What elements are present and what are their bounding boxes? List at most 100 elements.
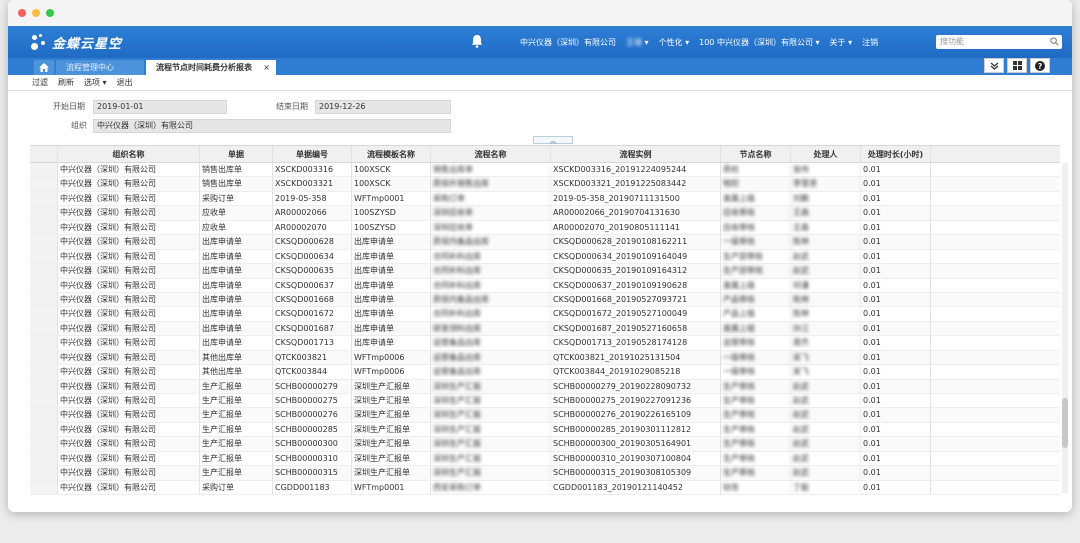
table-row[interactable]: 中兴仪器（深圳）有限公司 生产汇报单 SCHB00000279 深圳生产汇报单 深圳生产… <box>30 379 1060 394</box>
header-company[interactable]: 中兴仪器（深圳）有限公司 <box>520 37 616 48</box>
table-cell: 中兴仪器（深圳）有限公司 <box>58 466 200 480</box>
org-switcher[interactable]: 100 中兴仪器（深圳）有限公司 ▾ <box>699 37 819 48</box>
user-menu[interactable]: 王增 ▾ <box>626 37 649 48</box>
minimize-window-button[interactable] <box>32 9 40 17</box>
column-header[interactable]: 流程实例 <box>551 146 721 162</box>
table-row[interactable]: 中兴仪器（深圳）有限公司 生产汇报单 SCHB00000315 深圳生产汇报单 深圳生产… <box>30 466 1060 481</box>
row-selector[interactable] <box>30 278 58 292</box>
grid-view-button[interactable] <box>1007 58 1027 73</box>
row-selector[interactable] <box>30 350 58 365</box>
home-tab[interactable] <box>34 60 54 75</box>
table-row[interactable]: 中兴仪器（深圳）有限公司 生产汇报单 SCHB00000310 深圳生产汇报单 深圳生产… <box>30 451 1060 467</box>
logout-link[interactable]: 注销 <box>862 37 878 48</box>
function-search-input[interactable]: 搜功能 <box>936 35 1062 49</box>
close-window-button[interactable] <box>18 9 26 17</box>
row-selector[interactable] <box>30 220 58 235</box>
column-header[interactable]: 流程模板名称 <box>352 146 431 162</box>
scrollbar-thumb[interactable] <box>1062 398 1068 448</box>
column-header[interactable]: 处理人 <box>791 146 861 162</box>
table-cell: 产品上级 <box>721 307 791 321</box>
table-cell: 生产审核 <box>721 466 791 480</box>
row-selector[interactable] <box>30 206 58 220</box>
table-cell: 0.01 <box>861 278 931 292</box>
column-header[interactable]: 单据 <box>200 146 273 162</box>
table-row[interactable]: 中兴仪器（深圳）有限公司 生产汇报单 SCHB00000300 深圳生产汇报单 深圳生产… <box>30 437 1060 452</box>
table-row[interactable]: 中兴仪器（深圳）有限公司 出库申请单 CKSQD001668 出库申请单 质保内备品出库… <box>30 292 1060 308</box>
table-row[interactable]: 中兴仪器（深圳）有限公司 生产汇报单 SCHB00000285 深圳生产汇报单 深圳生产… <box>30 422 1060 438</box>
row-selector[interactable] <box>30 379 58 393</box>
column-header[interactable]: 节点名称 <box>721 146 791 162</box>
row-selector[interactable] <box>30 321 58 336</box>
exit-button[interactable]: 退出 <box>117 77 133 88</box>
row-selector[interactable] <box>30 177 58 191</box>
table-cell: 0.01 <box>861 466 931 480</box>
table-row[interactable]: 中兴仪器（深圳）有限公司 销售出库单 XSCKD003321 100XSCK 质保外销售… <box>30 177 1060 192</box>
notification-bell-icon[interactable] <box>471 34 483 48</box>
table-row[interactable]: 中兴仪器（深圳）有限公司 采购订单 2019-05-358 WFTmp0001 采购订单… <box>30 191 1060 207</box>
row-selector[interactable] <box>30 408 58 422</box>
org-field[interactable]: 中兴仪器（深圳）有限公司 <box>93 119 451 133</box>
row-selector[interactable] <box>30 422 58 437</box>
table-cell: QTCK003821_20191025131504 <box>551 350 721 365</box>
search-icon[interactable] <box>1050 37 1059 46</box>
row-selector[interactable] <box>30 249 58 264</box>
table-row[interactable]: 中兴仪器（深圳）有限公司 采购订单 CGDD001183 WFTmp0001 西安采购订… <box>30 480 1060 496</box>
filter-collapse-toggle[interactable]: ︽ <box>533 136 573 145</box>
table-row[interactable]: 中兴仪器（深圳）有限公司 出库申请单 CKSQD001687 出库申请单 研发领料出库 C… <box>30 321 1060 337</box>
help-button[interactable]: ? <box>1030 58 1050 73</box>
column-header[interactable]: 流程名称 <box>431 146 551 162</box>
table-cell: 直属上级 <box>721 321 791 336</box>
table-cell: 中兴仪器（深圳）有限公司 <box>58 394 200 408</box>
table-row[interactable]: 中兴仪器（深圳）有限公司 其他出库单 QTCK003821 WFTmp0006 运营备品… <box>30 350 1060 366</box>
table-cell: 采购订单 <box>200 191 273 206</box>
maximize-window-button[interactable] <box>46 9 54 17</box>
column-header[interactable]: 单据编号 <box>273 146 352 162</box>
column-header[interactable]: 处理时长(小时) <box>861 146 931 162</box>
row-selector[interactable] <box>30 480 58 495</box>
table-row[interactable]: 中兴仪器（深圳）有限公司 应收单 AR00002066 100SZYSD 深圳应收单 AR… <box>30 206 1060 221</box>
row-selector[interactable] <box>30 163 58 177</box>
row-selector[interactable] <box>30 336 58 350</box>
row-selector[interactable] <box>30 191 58 206</box>
row-selector[interactable] <box>30 235 58 249</box>
collapse-all-button[interactable] <box>984 58 1004 73</box>
table-row[interactable]: 中兴仪器（深圳）有限公司 生产汇报单 SCHB00000275 深圳生产汇报单 深圳生产… <box>30 394 1060 409</box>
about-menu[interactable]: 关于 ▾ <box>830 37 853 48</box>
table-row[interactable]: 中兴仪器（深圳）有限公司 销售出库单 XSCKD003316 100XSCK 销售出库单… <box>30 163 1060 178</box>
row-selector[interactable] <box>30 292 58 307</box>
table-row[interactable]: 中兴仪器（深圳）有限公司 出库申请单 CKSQD001672 出库申请单 合同补料出库 C… <box>30 307 1060 322</box>
table-row[interactable]: 中兴仪器（深圳）有限公司 出库申请单 CKSQD001713 出库申请单 运营备品出库 C… <box>30 336 1060 351</box>
options-menu[interactable]: 选项 ▾ <box>84 77 107 88</box>
tab-process-center[interactable]: 流程管理中心 <box>56 60 144 75</box>
table-cell: 100SZYSD <box>352 220 431 235</box>
row-selector[interactable] <box>30 264 58 278</box>
table-row[interactable]: 中兴仪器（深圳）有限公司 出库申请单 CKSQD000635 出库申请单 合同补料出库 C… <box>30 264 1060 279</box>
refresh-button[interactable]: 刷新 <box>58 77 74 88</box>
row-selector[interactable] <box>30 437 58 451</box>
table-row[interactable]: 中兴仪器（深圳）有限公司 出库申请单 CKSQD000637 出库申请单 合同补料出库 C… <box>30 278 1060 293</box>
row-selector[interactable] <box>30 394 58 408</box>
end-date-field[interactable]: 2019-12-26 <box>315 100 451 114</box>
row-selector[interactable] <box>30 307 58 321</box>
app-logo[interactable]: 金蝶云星空 <box>30 33 122 52</box>
table-row[interactable]: 中兴仪器（深圳）有限公司 生产汇报单 SCHB00000276 深圳生产汇报单 深圳生产… <box>30 408 1060 423</box>
table-row[interactable]: 中兴仪器（深圳）有限公司 应收单 AR00002070 100SZYSD 深圳应收单 AR… <box>30 220 1060 236</box>
tab-close-icon[interactable]: × <box>263 60 270 75</box>
svg-text:?: ? <box>1038 62 1042 71</box>
help-icon: ? <box>1035 60 1045 71</box>
vertical-scrollbar[interactable] <box>1062 163 1068 493</box>
tab-node-time-report[interactable]: 流程节点时间耗费分析报表 × <box>146 60 276 75</box>
table-row[interactable]: 中兴仪器（深圳）有限公司 出库申请单 CKSQD000628 出库申请单 质保内备品出库… <box>30 235 1060 250</box>
row-selector-header[interactable] <box>30 146 58 162</box>
table-cell: 深圳应收单 <box>431 206 551 220</box>
row-selector[interactable] <box>30 365 58 379</box>
start-date-field[interactable]: 2019-01-01 <box>93 100 227 114</box>
personalize-menu[interactable]: 个性化 ▾ <box>659 37 690 48</box>
filter-button[interactable]: 过滤 <box>32 77 48 88</box>
table-row[interactable]: 中兴仪器（深圳）有限公司 出库申请单 CKSQD000634 出库申请单 合同补料出库 C… <box>30 249 1060 265</box>
table-row[interactable]: 中兴仪器（深圳）有限公司 其他出库单 QTCK003844 WFTmp0006 运营备品… <box>30 365 1060 380</box>
row-selector[interactable] <box>30 466 58 480</box>
table-cell: 丁毅 <box>791 480 861 495</box>
row-selector[interactable] <box>30 451 58 466</box>
column-header[interactable]: 组织名称 <box>58 146 200 162</box>
